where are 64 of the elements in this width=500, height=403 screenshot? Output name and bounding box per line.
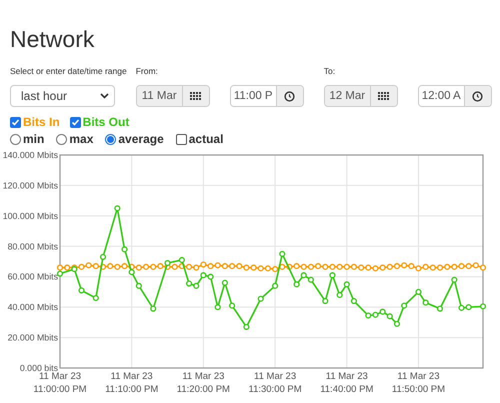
y-tick-label: 20.000 Mbits bbox=[8, 332, 58, 343]
x-tick-label: 11:00:00 PM bbox=[33, 384, 87, 395]
data-point bbox=[272, 282, 278, 289]
data-point bbox=[229, 302, 236, 309]
x-tick-label: 11 Mar 23 bbox=[182, 371, 224, 382]
data-point bbox=[100, 254, 106, 260]
range-select[interactable]: last hour bbox=[10, 85, 115, 107]
data-point bbox=[214, 304, 221, 310]
data-point bbox=[415, 288, 422, 295]
checkmark-icon bbox=[11, 118, 20, 126]
data-point bbox=[279, 250, 286, 257]
y-tick-label: 120.000 Mbits bbox=[2, 180, 58, 190]
x-tick-label: 11:20:00 PM bbox=[176, 384, 230, 395]
data-point bbox=[92, 294, 99, 302]
x-tick-label: 11:30:00 PM bbox=[248, 384, 302, 395]
x-tick-label: 11 Mar 23 bbox=[38, 371, 82, 382]
data-point bbox=[136, 282, 142, 289]
calendar-icon bbox=[378, 92, 390, 100]
time-field[interactable]: 12:00 A bbox=[418, 85, 492, 107]
mode-radio[interactable]: min bbox=[10, 132, 44, 146]
y-tick-label: 100.000 Mbits bbox=[2, 210, 58, 221]
data-point bbox=[422, 300, 429, 306]
data-point bbox=[150, 306, 156, 312]
data-point bbox=[344, 281, 350, 288]
data-point bbox=[350, 298, 357, 304]
y-tick-label: 40.000 Mbits bbox=[8, 302, 58, 312]
x-tick-label: 11 Mar 23 bbox=[397, 371, 440, 382]
clock-icon bbox=[284, 90, 296, 102]
y-tick-label: 60.000 Mbits bbox=[8, 272, 58, 282]
y-tick-label: 140.000 Mbits bbox=[2, 150, 58, 160]
clock-icon bbox=[472, 90, 484, 102]
data-point bbox=[258, 296, 264, 302]
calendar-icon bbox=[190, 92, 202, 100]
to-label: To: bbox=[324, 66, 336, 78]
y-tick-label: 80.000 Mbits bbox=[8, 241, 58, 252]
data-point bbox=[401, 302, 408, 309]
data-point bbox=[78, 287, 85, 294]
y-tick-label: 0.000 bits bbox=[20, 363, 58, 373]
x-tick-label: 11 Mar 23 bbox=[254, 371, 296, 382]
data-point bbox=[480, 303, 486, 310]
data-point bbox=[243, 324, 250, 330]
data-point bbox=[294, 281, 300, 288]
x-tick-label: 11 Mar 23 bbox=[326, 371, 368, 382]
checkmark-icon bbox=[70, 118, 80, 126]
data-point bbox=[451, 276, 458, 283]
mode-radio[interactable]: average bbox=[105, 132, 164, 146]
chevron-icon bbox=[100, 93, 109, 99]
x-tick-label: 11 Mar 23 bbox=[110, 371, 153, 382]
x-tick-label: 11:40:00 PM bbox=[320, 384, 374, 395]
data-point bbox=[436, 306, 444, 312]
mode-checkbox[interactable]: actual bbox=[176, 132, 224, 146]
data-point bbox=[121, 246, 128, 252]
x-tick-label: 11:10:00 PM bbox=[105, 384, 158, 395]
mode-radio[interactable]: max bbox=[56, 132, 94, 146]
data-point bbox=[329, 272, 336, 278]
time-field[interactable]: 11:00 P bbox=[230, 85, 304, 107]
data-point bbox=[222, 280, 228, 286]
data-point bbox=[322, 298, 328, 304]
from-label: From: bbox=[136, 66, 159, 78]
page-title: Network bbox=[10, 26, 96, 52]
x-tick-label: 11:50:00 PM bbox=[392, 384, 446, 395]
data-point bbox=[114, 205, 120, 212]
data-point bbox=[336, 292, 343, 298]
range-label: Select or enter date/time range bbox=[10, 66, 127, 78]
